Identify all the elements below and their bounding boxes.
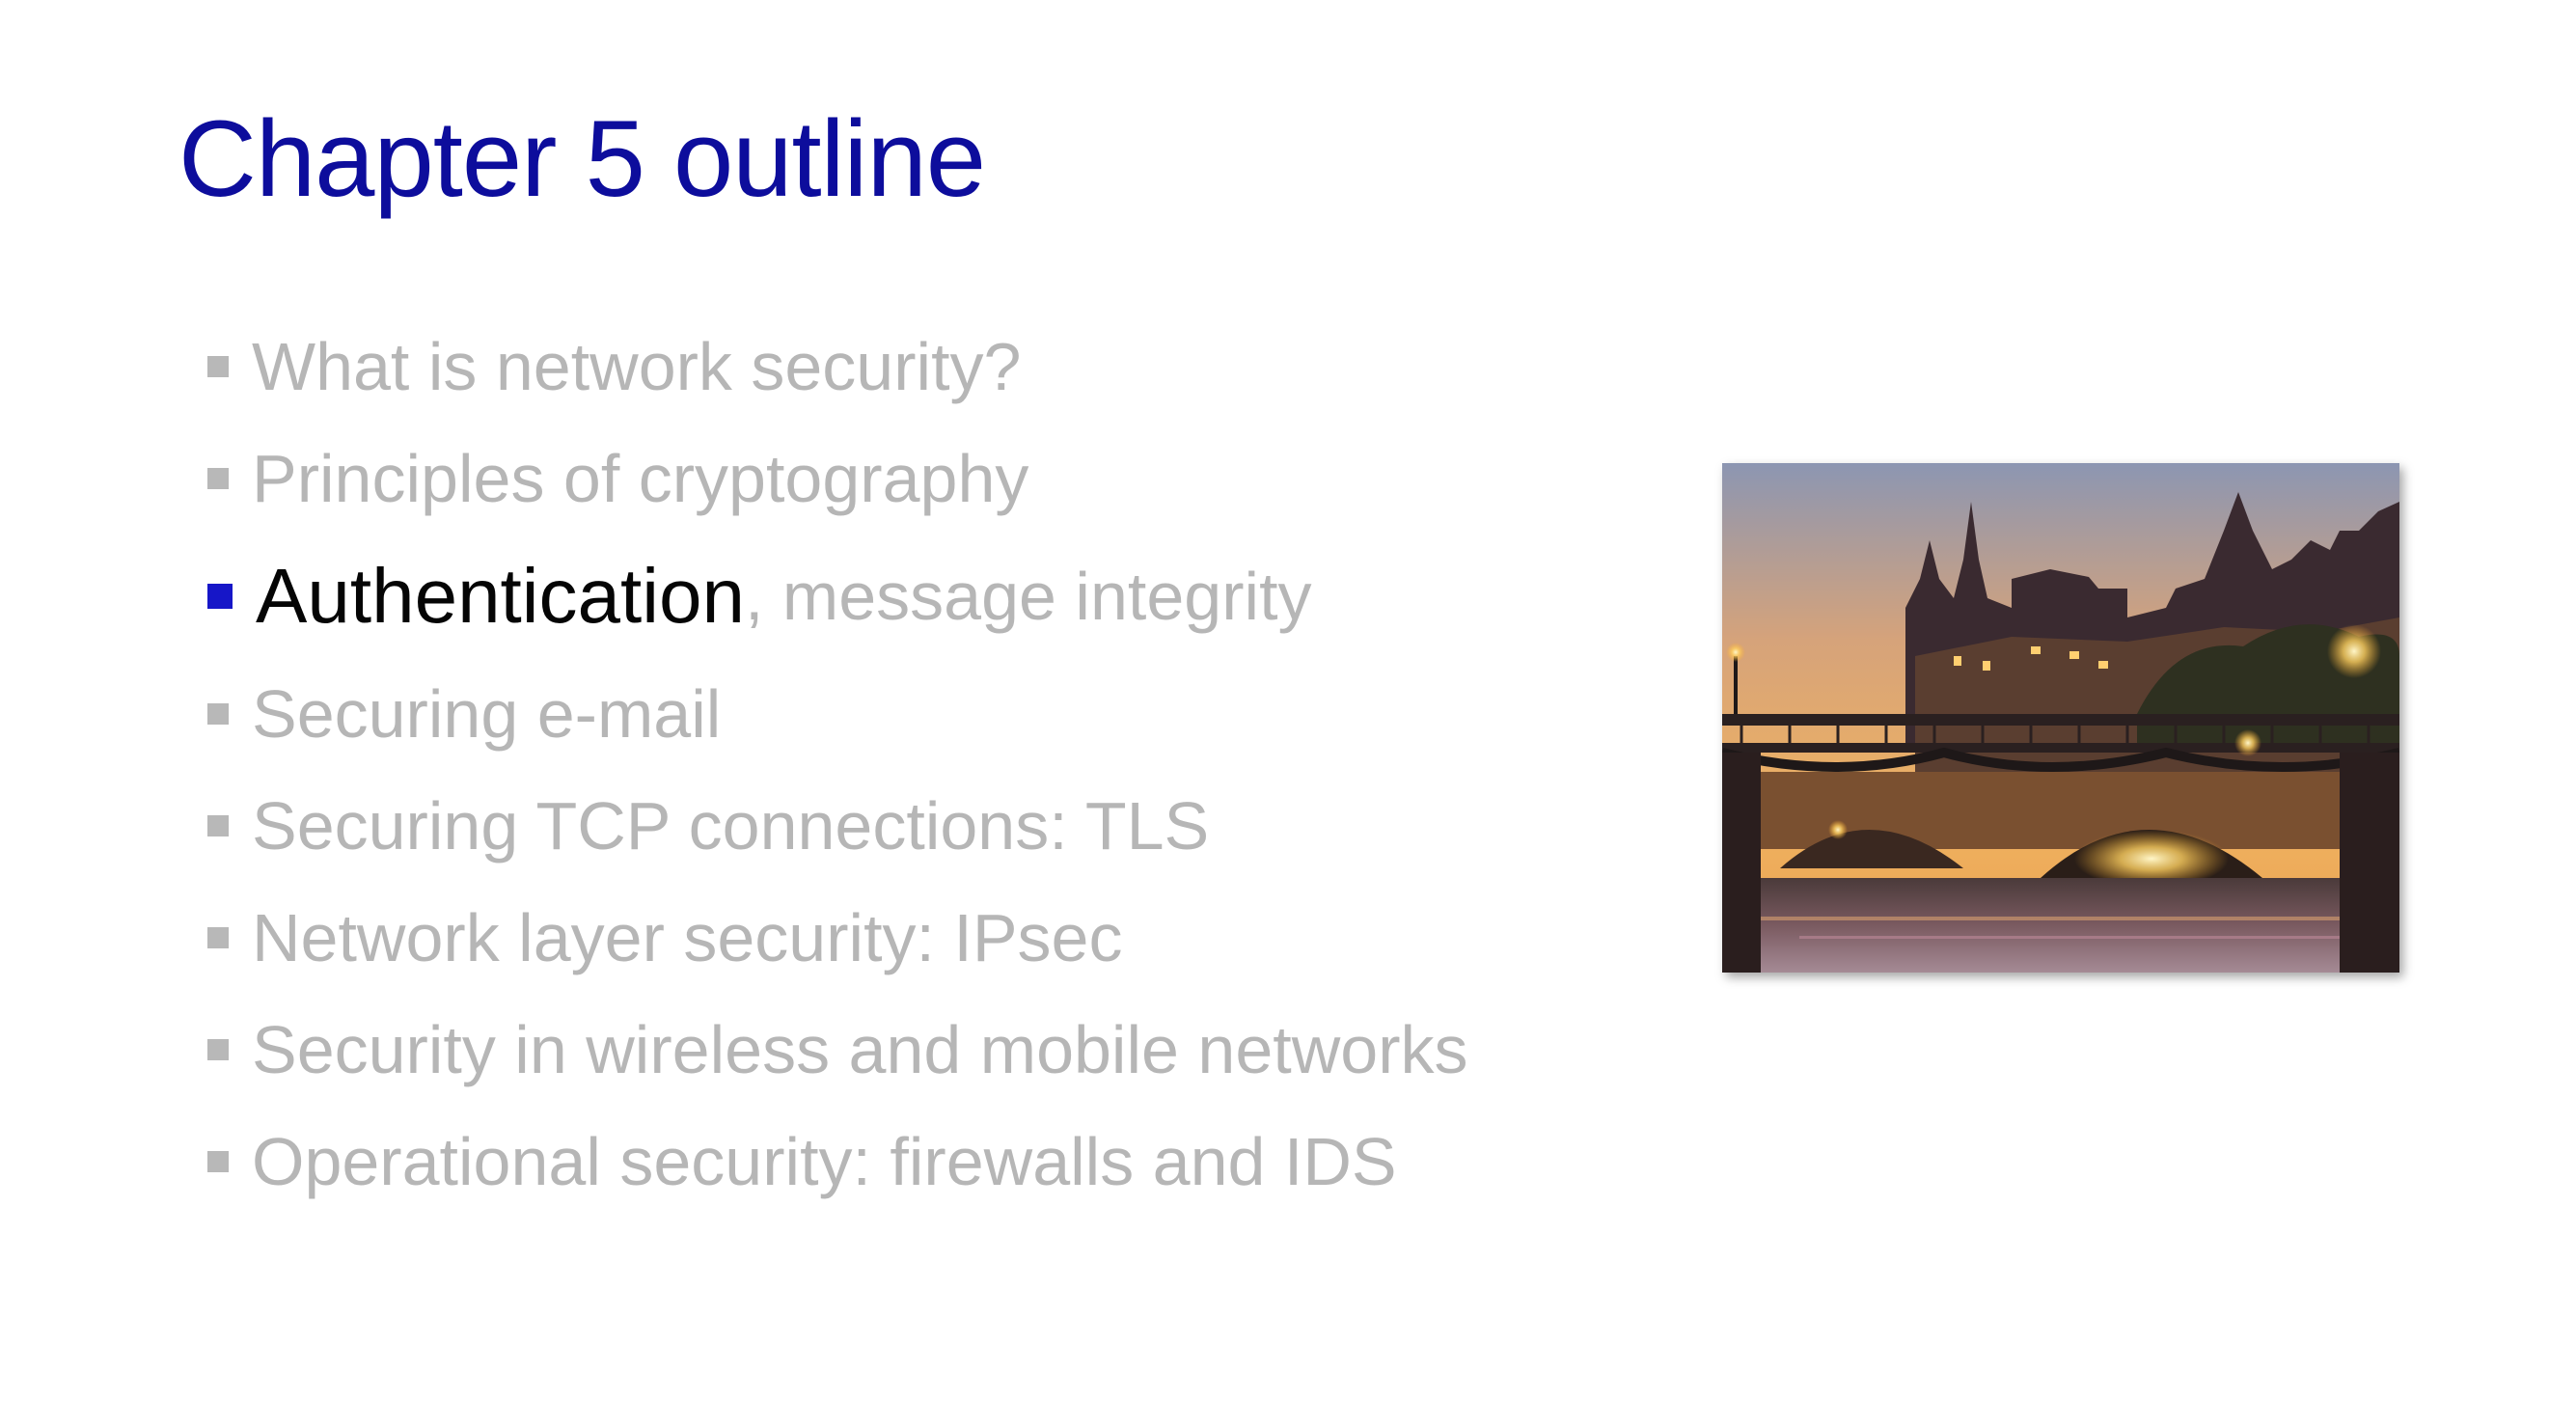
outline-item-text: Security in wireless and mobile networks	[252, 1012, 1468, 1087]
outline-item-text: Network layer security: IPsec	[252, 900, 1123, 975]
slide-title: Chapter 5 outline	[178, 98, 986, 219]
outline-item: Securing e-mail	[207, 658, 1468, 770]
outline-item: Securing TCP connections: TLS	[207, 770, 1468, 882]
outline-item-text: Securing e-mail	[252, 676, 722, 752]
square-bullet-icon	[207, 815, 229, 836]
outline-item-text: What is network security?	[252, 329, 1022, 404]
bridge-photo	[1722, 463, 2399, 973]
outline-item: Security in wireless and mobile networks	[207, 994, 1468, 1106]
outline-item: Operational security: firewalls and IDS	[207, 1106, 1468, 1218]
outline-item-text: Securing TCP connections: TLS	[252, 788, 1210, 864]
square-bullet-icon	[207, 927, 229, 948]
square-bullet-icon	[207, 1151, 229, 1172]
square-bullet-icon	[207, 356, 229, 377]
square-bullet-icon	[207, 468, 229, 489]
square-bullet-icon	[207, 703, 229, 725]
outline-item-highlight: Authentication	[256, 553, 746, 639]
outline-item: Principles of cryptography	[207, 423, 1468, 535]
outline-list: What is network security? Principles of …	[207, 311, 1468, 1218]
square-bullet-icon	[207, 1039, 229, 1060]
outline-item-rest: , message integrity	[745, 559, 1312, 634]
square-bullet-icon	[207, 584, 233, 609]
outline-item-text: Principles of cryptography	[252, 441, 1029, 516]
outline-item: Network layer security: IPsec	[207, 882, 1468, 994]
outline-item: What is network security?	[207, 311, 1468, 423]
slide: Chapter 5 outline What is network securi…	[0, 0, 2576, 1426]
outline-item-current: Authentication, message integrity	[207, 535, 1468, 658]
outline-item-text: Operational security: firewalls and IDS	[252, 1124, 1397, 1199]
bridge-illustration	[1722, 463, 2399, 973]
